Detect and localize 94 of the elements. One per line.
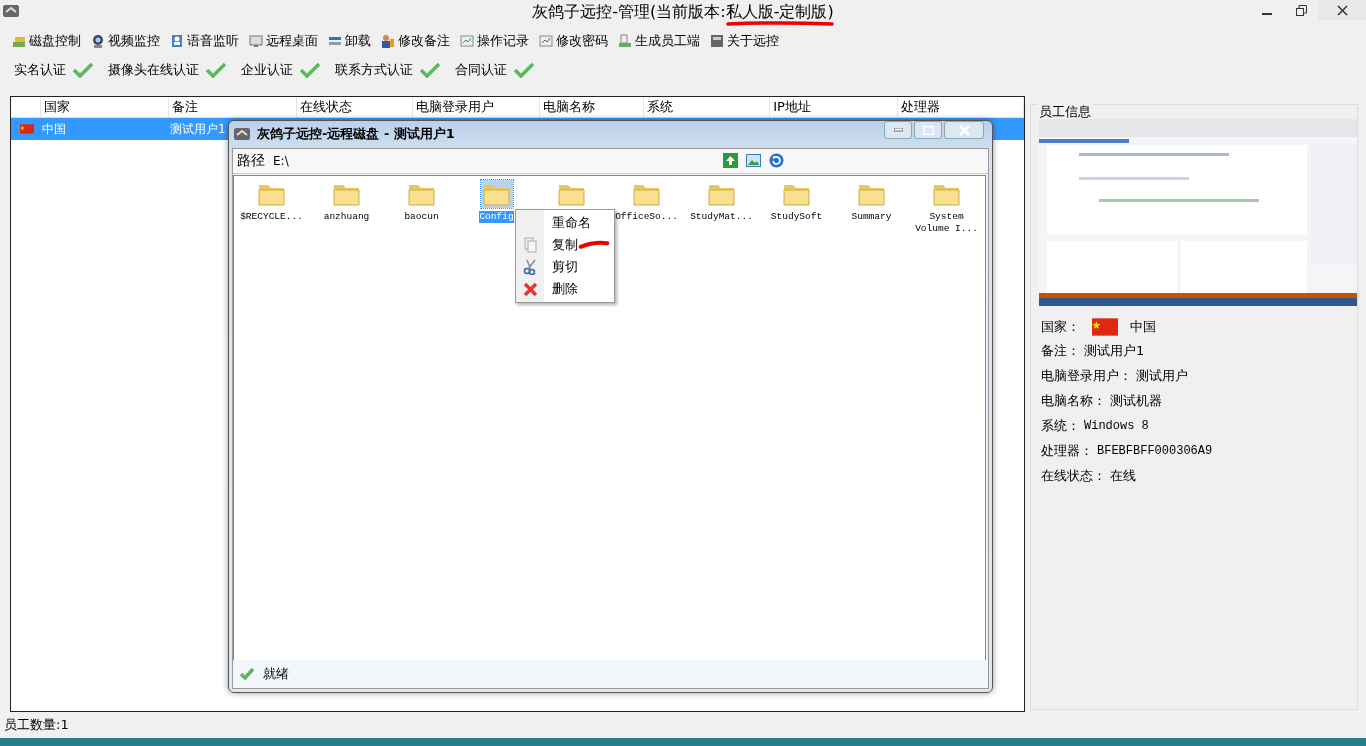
column-header[interactable]: 系统 xyxy=(644,97,771,117)
path-value: E:\ xyxy=(273,154,289,168)
toolbar-button[interactable]: 卸载 xyxy=(326,32,373,50)
toolbar-button[interactable]: 关于远控 xyxy=(708,32,781,50)
folder-name: System Volume I... xyxy=(914,211,979,235)
person-icon xyxy=(381,34,395,48)
field-value: Windows 8 xyxy=(1084,418,1149,433)
certification-label: 合同认证 xyxy=(455,61,507,79)
contact-card-icon xyxy=(170,34,184,48)
list-icon xyxy=(328,34,342,48)
column-header[interactable]: 电脑名称 xyxy=(540,97,645,117)
copy-icon xyxy=(522,237,538,253)
maximize-button[interactable] xyxy=(914,121,942,139)
employee-count: 员工数量:1 xyxy=(4,716,69,734)
status-text: 就绪 xyxy=(263,665,289,683)
flag-icon xyxy=(19,124,34,134)
field-value: 在线 xyxy=(1110,466,1136,485)
toolbar-button[interactable]: 生成员工端 xyxy=(616,32,702,50)
app-icon xyxy=(2,3,20,19)
app-icon xyxy=(233,127,251,141)
check-icon xyxy=(419,62,441,78)
certification-label: 摄像头在线认证 xyxy=(108,61,199,79)
field-value: BFEBFBFF000306A9 xyxy=(1097,443,1213,458)
field-label: 系统： xyxy=(1041,416,1080,435)
folder-name: OfficeSo... xyxy=(614,211,679,223)
minimize-icon xyxy=(1262,13,1272,15)
scissors-icon xyxy=(522,259,538,275)
column-header[interactable]: IP地址 xyxy=(770,97,899,117)
column-header[interactable]: 处理器 xyxy=(898,97,1024,117)
folder-name: StudySoft xyxy=(769,211,824,223)
flag-icon xyxy=(1092,317,1118,337)
folder-name: $RECYCLE... xyxy=(239,211,304,223)
webcam-icon xyxy=(91,34,105,48)
menu-item[interactable]: 重命名 xyxy=(516,212,614,234)
monitor-icon xyxy=(249,34,263,48)
chart-icon xyxy=(460,34,474,48)
column-header[interactable]: 在线状态 xyxy=(296,97,413,117)
close-button[interactable] xyxy=(944,121,984,139)
window-icon xyxy=(710,34,724,48)
maximize-icon xyxy=(922,125,934,135)
column-header[interactable]: 电脑登录用户 xyxy=(412,97,541,117)
field-label: 电脑名称： xyxy=(1041,391,1106,410)
dialog-title: 灰鸽子远控-远程磁盘 - 测试用户1 xyxy=(257,125,455,143)
toolbar-button[interactable]: 远程桌面 xyxy=(247,32,320,50)
column-header[interactable]: 国家 xyxy=(40,97,169,117)
folder-name: Config xyxy=(479,211,514,223)
check-icon xyxy=(72,62,94,78)
up-arrow-icon[interactable] xyxy=(723,153,738,168)
close-icon xyxy=(958,124,970,136)
field-value: 测试机器 xyxy=(1110,391,1162,410)
disk-icon xyxy=(12,34,26,48)
field-label: 国家： xyxy=(1041,318,1080,336)
field-value: 测试用户 xyxy=(1136,366,1188,385)
path-label: 路径 xyxy=(237,152,265,170)
chart-icon xyxy=(539,34,553,48)
check-icon xyxy=(205,62,227,78)
folder-name: Summary xyxy=(850,211,893,223)
close-button[interactable] xyxy=(1318,0,1366,20)
refresh-icon[interactable] xyxy=(769,153,784,168)
toolbar-button[interactable]: 修改密码 xyxy=(537,32,610,50)
table-cell: 中国 xyxy=(42,121,66,136)
certification-label: 联系方式认证 xyxy=(335,61,413,79)
menu-item[interactable]: 剪切 xyxy=(516,256,614,278)
field-label: 处理器： xyxy=(1041,441,1093,460)
check-icon xyxy=(299,62,321,78)
restore-icon xyxy=(1295,4,1307,16)
toolbar-button[interactable]: 视频监控 xyxy=(89,32,162,50)
field-label: 在线状态： xyxy=(1041,466,1106,485)
certification-label: 实名认证 xyxy=(14,61,66,79)
folder-name: baocun xyxy=(403,211,440,223)
minimize-icon xyxy=(893,128,903,132)
field-value: 中国 xyxy=(1130,318,1156,336)
column-header[interactable]: 备注 xyxy=(168,97,297,117)
folder-name: anzhuang xyxy=(322,211,371,223)
field-value: 测试用户1 xyxy=(1084,342,1145,360)
close-icon xyxy=(1336,4,1348,16)
toolbar-button[interactable]: 操作记录 xyxy=(458,32,531,50)
field-label: 备注： xyxy=(1041,342,1080,360)
menu-item[interactable]: 复制 xyxy=(516,234,614,256)
toolbar-button[interactable]: 语音监听 xyxy=(168,32,241,50)
scribble-mark xyxy=(578,240,610,250)
check-icon xyxy=(513,62,535,78)
folder-icon[interactable] xyxy=(480,180,513,208)
check-icon xyxy=(239,667,255,681)
folder-name: StudyMat... xyxy=(689,211,754,223)
image-icon[interactable] xyxy=(746,153,761,168)
delete-icon xyxy=(522,281,538,297)
menu-item[interactable]: 删除 xyxy=(516,278,614,300)
toolbar-button[interactable]: 磁盘控制 xyxy=(10,32,83,50)
window-title: 灰鸽子远控-管理(当前版本:私人版-定制版) xyxy=(532,1,834,23)
toolbar-button[interactable]: 修改备注 xyxy=(379,32,452,50)
field-label: 电脑登录用户： xyxy=(1041,366,1132,385)
certification-label: 企业认证 xyxy=(241,61,293,79)
table-cell: 测试用户1 xyxy=(170,121,226,136)
